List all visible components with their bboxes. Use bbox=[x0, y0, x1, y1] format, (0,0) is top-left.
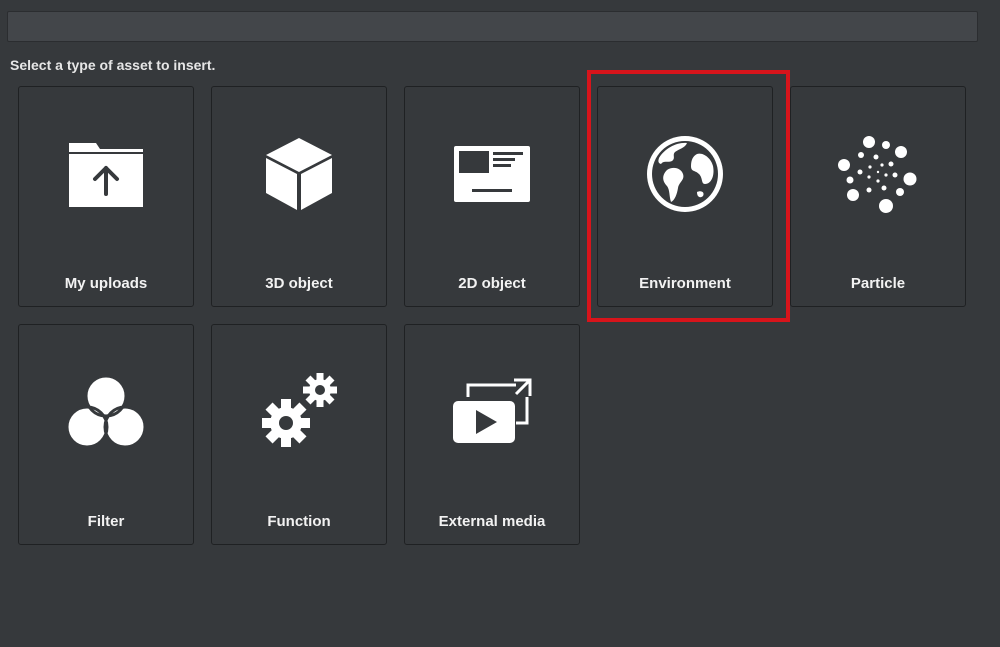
particle-burst-icon bbox=[791, 129, 965, 219]
tile-label: External media bbox=[438, 513, 546, 530]
tile-environment[interactable]: Environment bbox=[597, 86, 773, 307]
tile-2d-object[interactable]: 2D object bbox=[404, 86, 580, 307]
tile-label: Environment bbox=[639, 275, 731, 292]
tile-function[interactable]: Function bbox=[211, 324, 387, 545]
gears-icon bbox=[212, 367, 386, 457]
cube-icon bbox=[212, 129, 386, 219]
tile-external-media[interactable]: External media bbox=[404, 324, 580, 545]
color-circles-icon bbox=[19, 367, 193, 457]
tile-label: Function bbox=[267, 513, 331, 530]
tile-particle[interactable]: Particle bbox=[790, 86, 966, 307]
tile-my-uploads[interactable]: My uploads bbox=[18, 86, 194, 307]
tile-label: My uploads bbox=[64, 275, 148, 292]
tile-3d-object[interactable]: 3D object bbox=[211, 86, 387, 307]
asset-picker: Select a type of asset to insert. My upl… bbox=[0, 0, 1000, 647]
tile-label: Particle bbox=[850, 275, 906, 292]
tile-label: 3D object bbox=[265, 275, 333, 292]
image-card-icon bbox=[405, 129, 579, 219]
search-input[interactable] bbox=[7, 11, 978, 42]
tile-label: 2D object bbox=[458, 275, 526, 292]
external-media-icon bbox=[405, 367, 579, 457]
folder-upload-icon bbox=[19, 129, 193, 219]
globe-icon bbox=[598, 129, 772, 219]
tile-label: Filter bbox=[87, 513, 125, 530]
tile-filter[interactable]: Filter bbox=[18, 324, 194, 545]
instruction-text: Select a type of asset to insert. bbox=[10, 57, 216, 73]
